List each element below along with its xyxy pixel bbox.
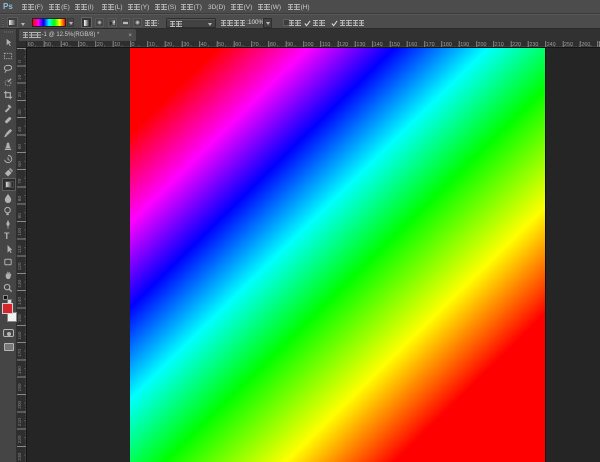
- svg-text:40: 40: [17, 126, 23, 132]
- svg-text:50: 50: [17, 144, 23, 150]
- svg-text:180: 180: [17, 366, 23, 374]
- svg-text:170: 170: [17, 349, 23, 357]
- svg-text:190: 190: [17, 383, 23, 391]
- svg-text:150: 150: [17, 314, 23, 322]
- svg-text:230: 230: [17, 452, 23, 460]
- svg-text:60: 60: [17, 161, 23, 167]
- svg-text:130: 130: [17, 279, 23, 287]
- svg-text:80: 80: [17, 196, 23, 202]
- svg-text:200: 200: [17, 400, 23, 408]
- svg-text:90: 90: [17, 213, 23, 219]
- svg-text:220: 220: [17, 435, 23, 443]
- svg-text:70: 70: [17, 178, 23, 184]
- svg-text:110: 110: [17, 245, 23, 253]
- svg-text:140: 140: [17, 297, 23, 305]
- svg-text:10: 10: [17, 74, 23, 80]
- svg-text:120: 120: [17, 262, 23, 270]
- svg-text:30: 30: [17, 109, 23, 115]
- svg-text:210: 210: [17, 418, 23, 426]
- svg-text:20: 20: [17, 92, 23, 98]
- svg-text:0: 0: [17, 60, 23, 63]
- svg-text:160: 160: [17, 331, 23, 339]
- svg-text:100: 100: [17, 227, 23, 235]
